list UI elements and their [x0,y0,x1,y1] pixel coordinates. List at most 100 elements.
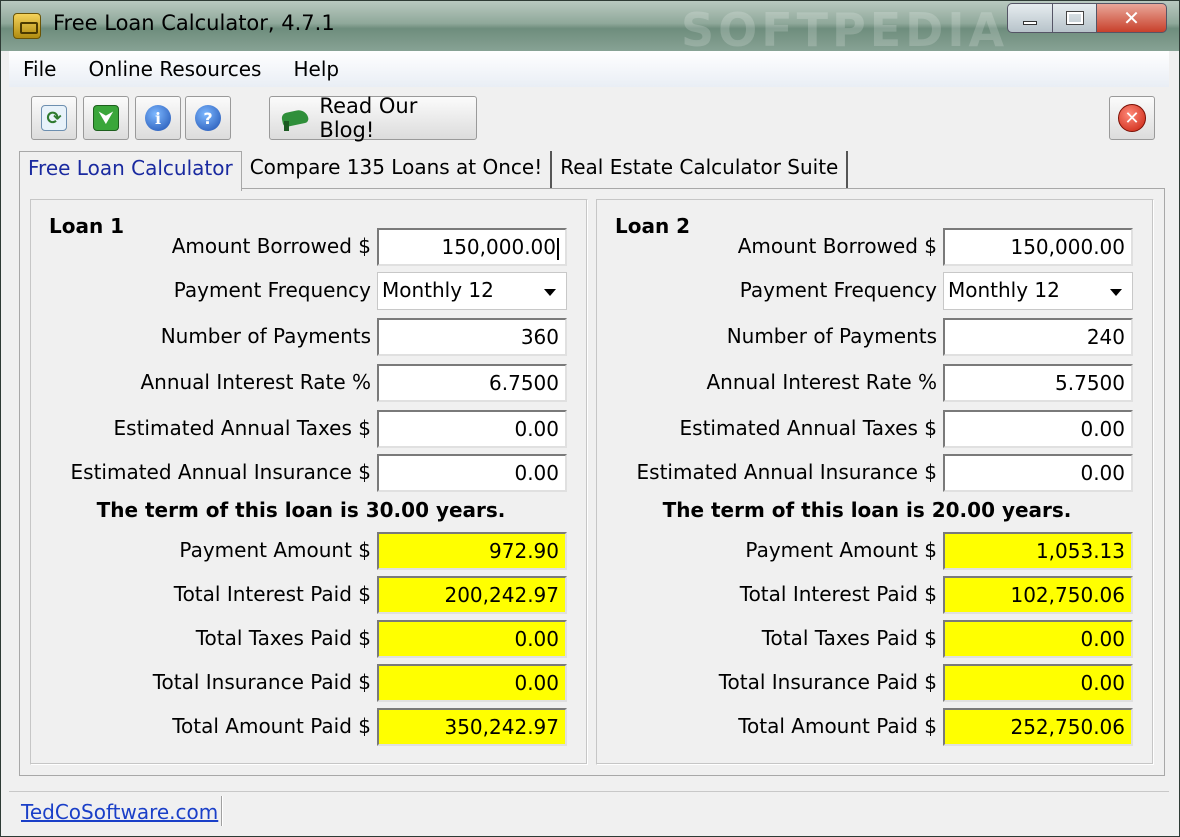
total-insurance-row: Total Insurance Paid $ 0.00 [597,664,1137,702]
refresh-icon: ⟳ [41,105,67,131]
number-of-payments-label: Number of Payments [726,324,937,348]
annual-taxes-label: Estimated Annual Taxes $ [113,416,371,440]
status-bar: TedCoSoftware.com [9,791,1169,831]
watermark: SOFTPEDIA [681,3,1009,57]
amount-borrowed-input[interactable]: 150,000.00 [377,228,567,266]
number-of-payments-input[interactable]: 360 [377,318,567,356]
download-button[interactable]: ⮟ [83,96,129,140]
payment-amount-row: Payment Amount $ 972.90 [31,532,571,570]
total-insurance-output: 0.00 [377,664,567,702]
total-interest-label: Total Interest Paid $ [173,582,371,606]
total-taxes-label: Total Taxes Paid $ [195,626,371,650]
annual-taxes-input[interactable]: 0.00 [943,410,1133,448]
tab-compare-loans[interactable]: Compare 135 Loans at Once! [242,151,553,189]
menu-help[interactable]: Help [289,55,343,83]
read-blog-button[interactable]: Read Our Blog! [269,94,477,142]
tab-strip: Free Loan Calculator Compare 135 Loans a… [19,151,849,191]
total-amount-row: Total Amount Paid $ 252,750.06 [597,708,1137,746]
total-interest-label: Total Interest Paid $ [739,582,937,606]
annual-insurance-input[interactable]: 0.00 [377,454,567,492]
interest-rate-row: Annual Interest Rate % 5.7500 [597,364,1137,402]
minimize-icon [1023,21,1037,25]
annual-insurance-row: Estimated Annual Insurance $ 0.00 [31,454,571,492]
amount-borrowed-row: Amount Borrowed $ 150,000.00 [31,228,571,266]
interest-rate-input[interactable]: 5.7500 [943,364,1133,402]
number-of-payments-input[interactable]: 240 [943,318,1133,356]
dropdown-arrow-icon [544,289,556,296]
close-button[interactable]: ✕ [1097,3,1167,33]
calculator-panel: Loan 1 Amount Borrowed $ 150,000.00 Paym… [19,188,1165,776]
loan-1-group: Loan 1 Amount Borrowed $ 150,000.00 Paym… [30,199,588,765]
help-icon: ? [195,105,221,131]
amount-borrowed-label: Amount Borrowed $ [171,234,371,258]
payment-amount-label: Payment Amount $ [745,538,937,562]
info-icon: i [145,105,171,131]
interest-rate-input[interactable]: 6.7500 [377,364,567,402]
total-taxes-output: 0.00 [943,620,1133,658]
interest-rate-label: Annual Interest Rate % [706,370,937,394]
total-amount-label: Total Amount Paid $ [738,714,937,738]
annual-insurance-input[interactable]: 0.00 [943,454,1133,492]
payment-frequency-row: Payment Frequency Monthly 12 [597,272,1137,310]
loan-2-group: Loan 2 Amount Borrowed $ 150,000.00 Paym… [596,199,1154,765]
total-interest-row: Total Interest Paid $ 102,750.06 [597,576,1137,614]
app-icon [13,13,41,39]
read-blog-label: Read Our Blog! [319,94,418,142]
amount-borrowed-label: Amount Borrowed $ [737,234,937,258]
annual-taxes-input[interactable]: 0.00 [377,410,567,448]
megaphone-icon [280,105,311,131]
total-amount-row: Total Amount Paid $ 350,242.97 [31,708,571,746]
loan-term-text: The term of this loan is 20.00 years. [662,498,1072,522]
exit-button[interactable]: ✕ [1109,96,1155,140]
payment-frequency-label: Payment Frequency [173,278,371,302]
status-divider [221,796,223,826]
title-bar[interactable]: Free Loan Calculator, 4.7.1 SOFTPEDIA ✕ [1,1,1179,57]
annual-taxes-row: Estimated Annual Taxes $ 0.00 [31,410,571,448]
menu-bar: File Online Resources Help [9,51,1169,87]
total-taxes-output: 0.00 [377,620,567,658]
interest-rate-row: Annual Interest Rate % 6.7500 [31,364,571,402]
help-button[interactable]: ? [185,96,231,140]
close-icon: ✕ [1123,6,1140,30]
total-insurance-row: Total Insurance Paid $ 0.00 [31,664,571,702]
annual-taxes-label: Estimated Annual Taxes $ [679,416,937,440]
dropdown-arrow-icon [1110,289,1122,296]
total-amount-output: 252,750.06 [943,708,1133,746]
total-interest-row: Total Interest Paid $ 200,242.97 [31,576,571,614]
payment-amount-output: 972.90 [377,532,567,570]
minimize-button[interactable] [1007,3,1053,33]
total-taxes-row: Total Taxes Paid $ 0.00 [31,620,571,658]
number-of-payments-row: Number of Payments 240 [597,318,1137,356]
tab-real-estate-suite[interactable]: Real Estate Calculator Suite [552,151,849,189]
toolbar: ⟳ ⮟ i ? Read Our Blog! ✕ [9,87,1169,149]
payment-amount-label: Payment Amount $ [179,538,371,562]
maximize-button[interactable] [1053,3,1097,33]
menu-file[interactable]: File [19,55,60,83]
loan-term-text: The term of this loan is 30.00 years. [96,498,506,522]
annual-insurance-label: Estimated Annual Insurance $ [636,460,937,484]
menu-online-resources[interactable]: Online Resources [84,55,265,83]
payment-frequency-value: Monthly 12 [382,278,494,302]
tab-free-loan-calculator[interactable]: Free Loan Calculator [19,151,242,191]
payment-frequency-select[interactable]: Monthly 12 [943,272,1133,310]
tedco-website-link[interactable]: TedCoSoftware.com [21,800,218,824]
total-insurance-output: 0.00 [943,664,1133,702]
payment-frequency-select[interactable]: Monthly 12 [377,272,567,310]
total-taxes-label: Total Taxes Paid $ [761,626,937,650]
info-button[interactable]: i [135,96,181,140]
window-title: Free Loan Calculator, 4.7.1 [53,11,335,35]
total-interest-output: 102,750.06 [943,576,1133,614]
amount-borrowed-row: Amount Borrowed $ 150,000.00 [597,228,1137,266]
amount-borrowed-input[interactable]: 150,000.00 [943,228,1133,266]
payment-amount-output: 1,053.13 [943,532,1133,570]
total-interest-output: 200,242.97 [377,576,567,614]
number-of-payments-row: Number of Payments 360 [31,318,571,356]
exit-icon: ✕ [1118,104,1146,132]
payment-frequency-row: Payment Frequency Monthly 12 [31,272,571,310]
annual-insurance-row: Estimated Annual Insurance $ 0.00 [597,454,1137,492]
maximize-icon [1065,11,1084,25]
refresh-button[interactable]: ⟳ [31,96,77,140]
total-taxes-row: Total Taxes Paid $ 0.00 [597,620,1137,658]
interest-rate-label: Annual Interest Rate % [140,370,371,394]
window-controls: ✕ [1007,3,1167,33]
